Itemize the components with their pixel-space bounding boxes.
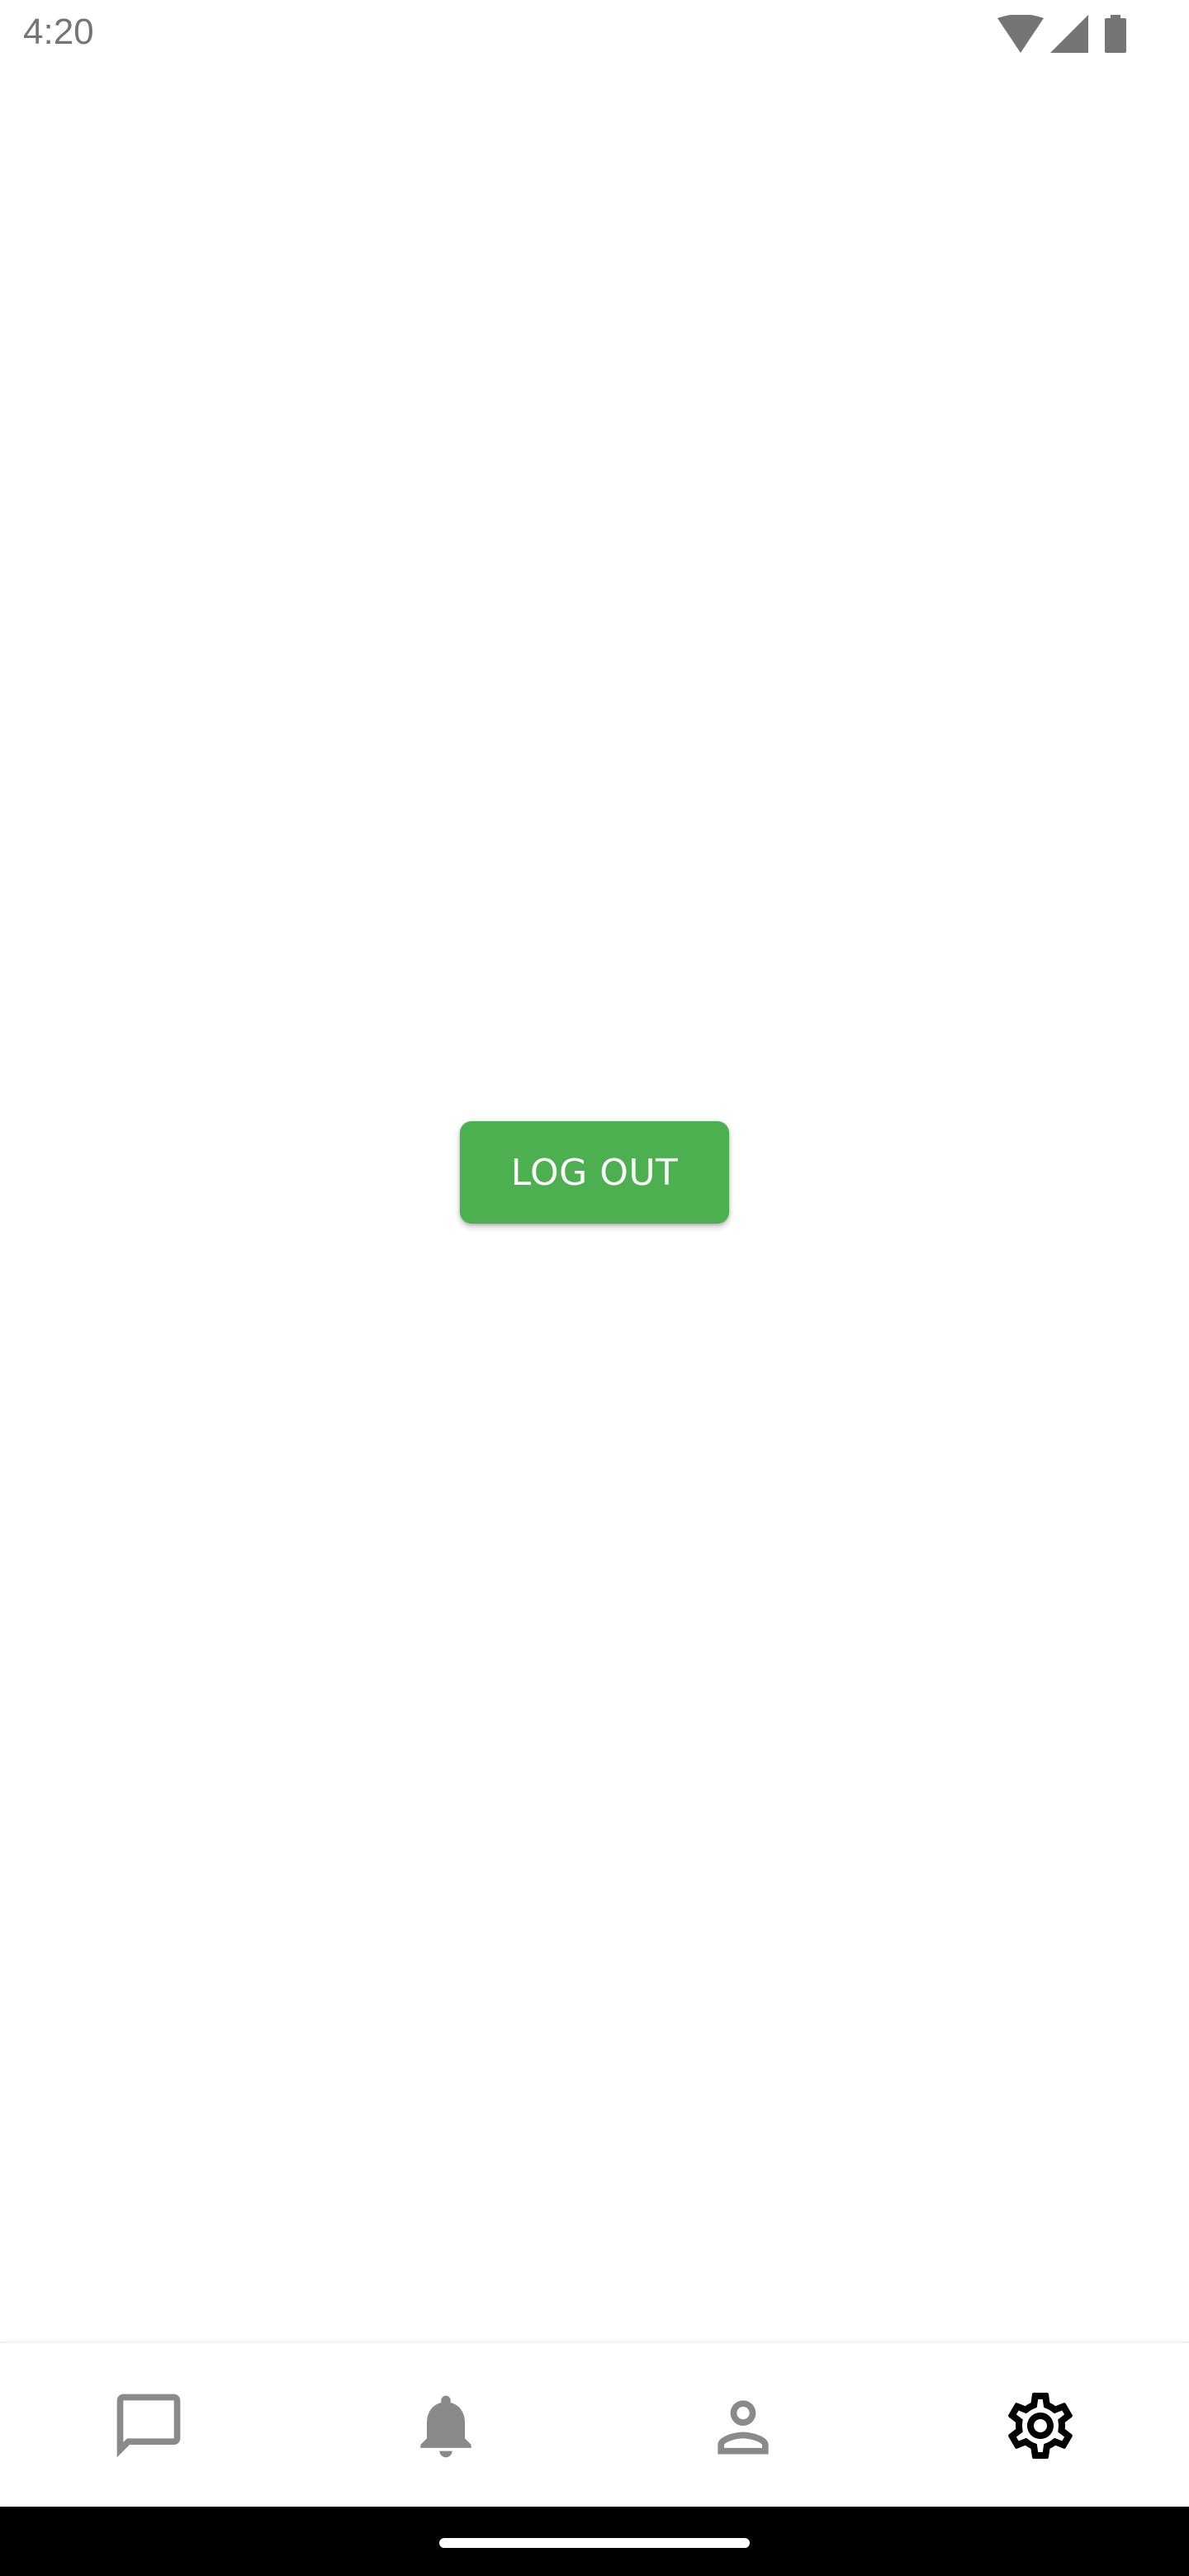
nav-item-profile[interactable] <box>594 2343 892 2508</box>
logout-button[interactable]: LOG OUT <box>460 1121 729 1224</box>
chat-bubble-icon <box>116 2394 181 2458</box>
nav-item-settings[interactable] <box>892 2343 1189 2508</box>
gear-icon <box>1008 2393 1073 2459</box>
settings-content: LOG OUT <box>0 73 1189 2343</box>
battery-icon <box>1105 15 1126 53</box>
wifi-icon <box>997 15 1044 53</box>
status-bar: 4:20 <box>0 0 1189 73</box>
cellular-signal-icon <box>1050 15 1088 53</box>
person-icon <box>718 2400 769 2455</box>
home-gesture-handle[interactable] <box>439 2538 750 2548</box>
system-gesture-bar <box>0 2507 1189 2576</box>
bottom-navigation <box>0 2342 1189 2508</box>
nav-item-messages[interactable] <box>0 2343 297 2508</box>
status-icons <box>974 15 1189 56</box>
status-time: 4:20 <box>23 12 94 52</box>
nav-item-notifications[interactable] <box>297 2343 594 2508</box>
bell-icon <box>420 2395 471 2458</box>
